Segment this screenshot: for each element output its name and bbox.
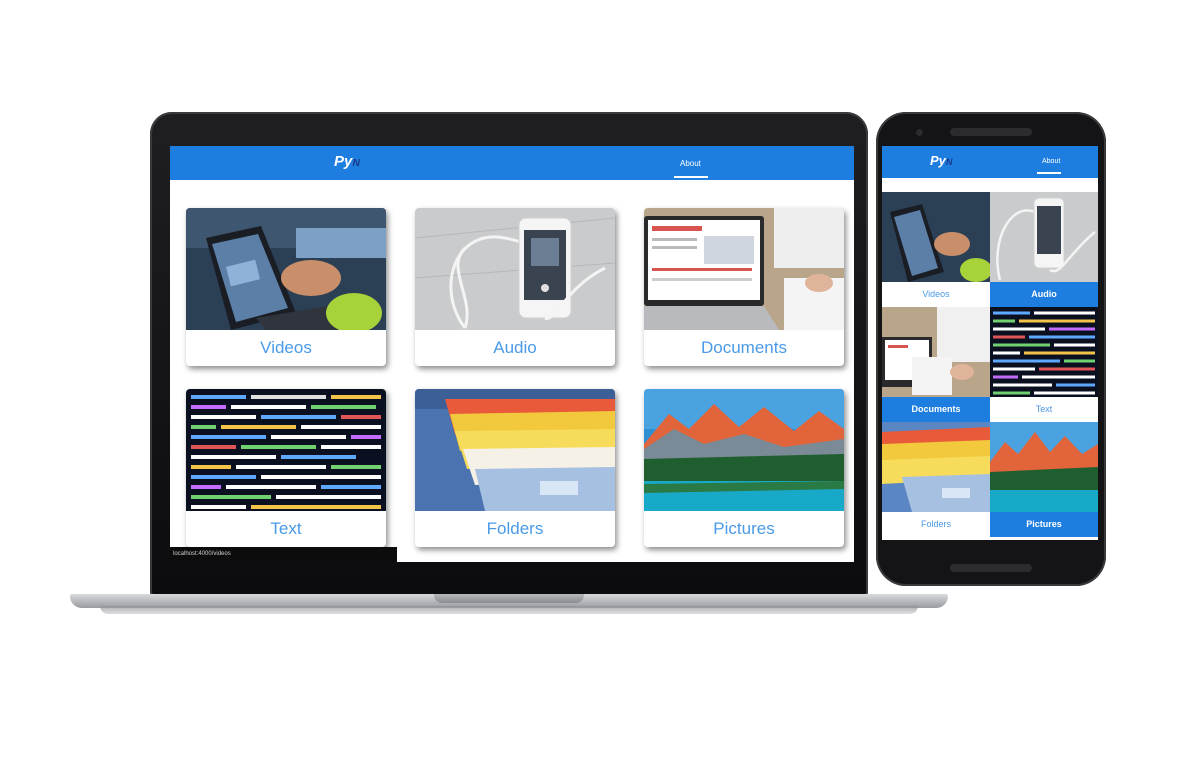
category-card-text[interactable]: Text: [186, 389, 386, 547]
phone-category-folders[interactable]: Folders: [882, 422, 990, 537]
phone-screen: PyN About Videos Audio Documents Text Fo…: [882, 146, 1098, 540]
laptop-video-icon: [186, 208, 386, 330]
tab-about[interactable]: About: [680, 159, 701, 168]
laptop-base-shadow: [100, 606, 918, 614]
phone-category-label-documents: Documents: [882, 397, 990, 422]
category-label-documents: Documents: [701, 338, 787, 357]
category-card-documents[interactable]: Documents: [644, 208, 844, 366]
phone-category-text[interactable]: Text: [990, 307, 1098, 422]
laptop-screen: PyN About Videos Audio Documents Text Fo…: [170, 146, 854, 562]
tab-about-indicator: [674, 176, 708, 178]
phone-app-logo[interactable]: PyN: [930, 153, 952, 168]
phone-tab-about[interactable]: About: [1042, 158, 1060, 165]
file-drawer-icon: [882, 422, 990, 512]
phone-bottom-speaker: [950, 564, 1032, 572]
phone-tab-about-indicator: [1037, 172, 1061, 174]
category-label-folders: Folders: [486, 519, 544, 538]
browser-status-bar: localhost:4000/videos: [170, 547, 397, 562]
phone-category-label-text: Text: [990, 397, 1098, 422]
camera-icon: [916, 129, 923, 136]
category-card-folders[interactable]: Folders: [415, 389, 615, 547]
phone-category-pictures[interactable]: Pictures: [990, 422, 1098, 537]
phone-category-label-audio: Audio: [990, 282, 1098, 307]
phone-category-audio[interactable]: Audio: [990, 192, 1098, 307]
category-label-audio: Audio: [493, 338, 537, 357]
laptop-video-icon: [882, 192, 990, 282]
mountain-lake-icon: [990, 422, 1098, 512]
phone-category-label-folders: Folders: [882, 512, 990, 537]
dashboard-documents-icon: [882, 307, 990, 397]
phone-earbuds-icon: [990, 192, 1098, 282]
code-text-icon: [186, 389, 386, 511]
file-drawer-icon: [415, 389, 615, 511]
category-card-pictures[interactable]: Pictures: [644, 389, 844, 547]
phone-category-documents[interactable]: Documents: [882, 307, 990, 422]
phone-speaker: [950, 128, 1032, 136]
code-text-icon: [990, 307, 1098, 397]
laptop-notch: [434, 594, 584, 603]
app-logo[interactable]: PyN: [334, 153, 360, 170]
phone-category-label-pictures: Pictures: [990, 512, 1098, 537]
phone-earbuds-icon: [415, 208, 615, 330]
category-label-videos: Videos: [260, 338, 312, 357]
phone-category-videos[interactable]: Videos: [882, 192, 990, 307]
phone-category-label-videos: Videos: [882, 282, 990, 307]
dashboard-documents-icon: [644, 208, 844, 330]
category-card-videos[interactable]: Videos: [186, 208, 386, 366]
phone-app-bar: PyN About: [882, 146, 1098, 178]
mountain-lake-icon: [644, 389, 844, 511]
category-label-pictures: Pictures: [713, 519, 775, 538]
category-card-audio[interactable]: Audio: [415, 208, 615, 366]
app-bar: PyN About: [170, 146, 854, 180]
category-label-text: Text: [270, 519, 302, 538]
